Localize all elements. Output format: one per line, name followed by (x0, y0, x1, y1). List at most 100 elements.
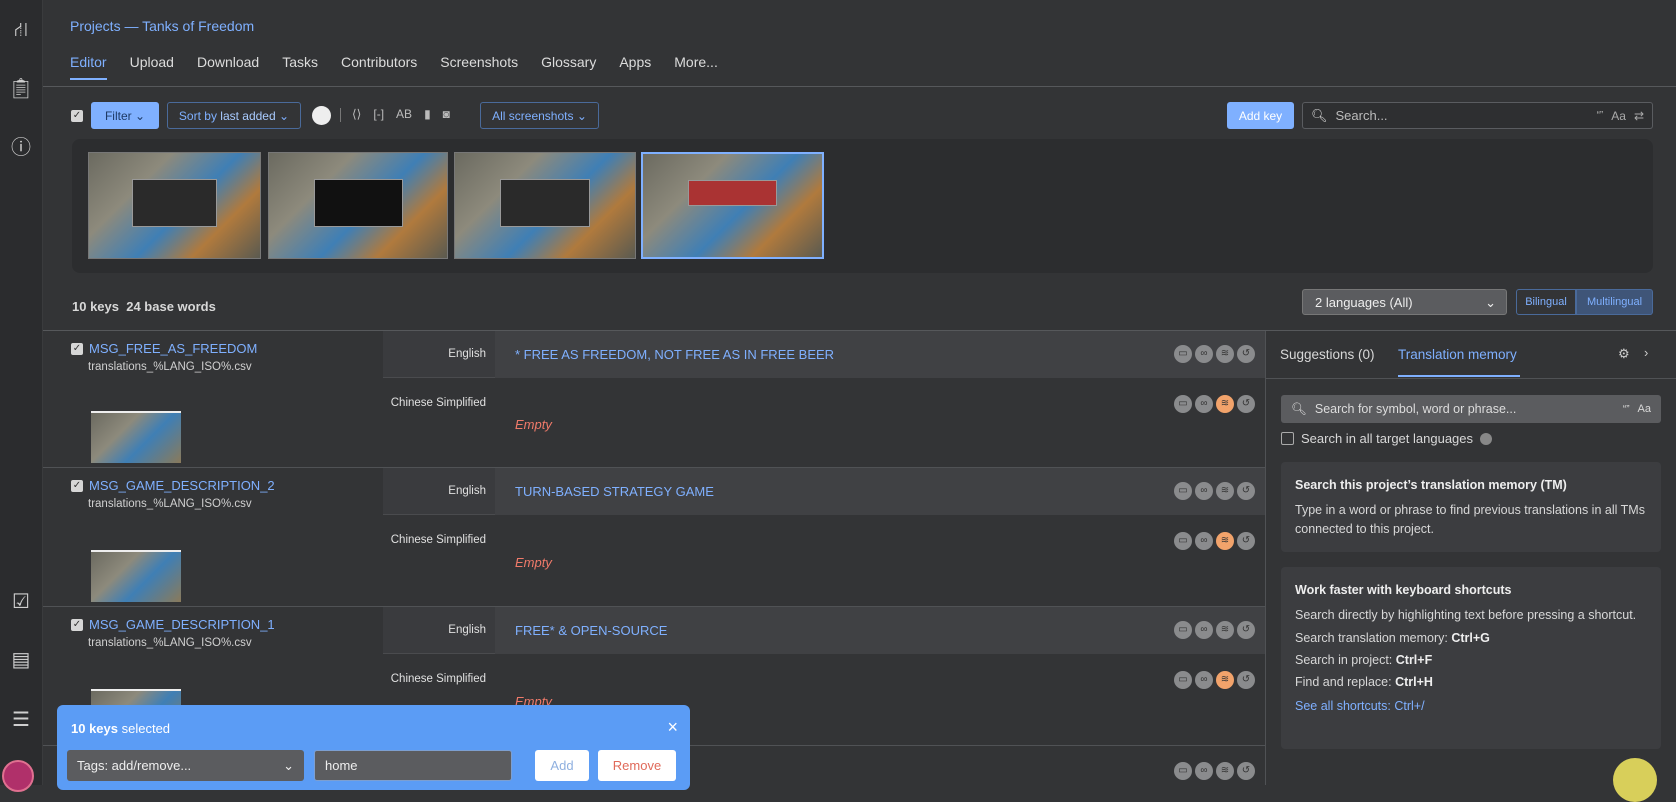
history-icon[interactable]: ↺ (1237, 395, 1255, 413)
tm-icon[interactable]: ≋ (1216, 532, 1234, 550)
source-text[interactable]: FREE* & OPEN-SOURCE (515, 623, 667, 638)
tm-search-input[interactable]: 🔍︎ Search for symbol, word or phrase... … (1281, 395, 1661, 423)
key-name[interactable]: MSG_GAME_DESCRIPTION_2 (89, 478, 275, 493)
source-text[interactable]: TURN-BASED STRATEGY GAME (515, 484, 714, 499)
languages-select[interactable]: 2 languages (All) ⌄ (1302, 289, 1507, 315)
history-icon[interactable]: ↺ (1237, 762, 1255, 780)
see-all-shortcuts-link[interactable]: See all shortcuts: Ctrl+/ (1295, 697, 1647, 716)
review-icon[interactable]: ∞ (1195, 532, 1213, 550)
screenshots-dropdown[interactable]: All screenshots ⌄ (480, 102, 599, 129)
tm-icon[interactable]: ≋ (1216, 621, 1234, 639)
tasks-check-icon[interactable]: ☑ (4, 589, 38, 615)
code-icon[interactable]: ⟨⟩ (352, 107, 361, 121)
tags-action-select[interactable]: Tags: add/remove... ⌄ (67, 750, 304, 781)
tab-screenshots[interactable]: Screenshots (440, 54, 518, 80)
bookmark-icon[interactable]: ▮ (424, 107, 431, 121)
row-checkbox[interactable]: ✓ (71, 480, 83, 492)
key-screenshot[interactable] (91, 550, 181, 602)
tab-more[interactable]: More... (674, 54, 718, 80)
tab-download[interactable]: Download (197, 54, 259, 80)
remove-tag-button[interactable]: Remove (598, 750, 676, 781)
key-name[interactable]: MSG_GAME_DESCRIPTION_1 (89, 617, 275, 632)
history-icon[interactable]: ↺ (1237, 532, 1255, 550)
review-icon[interactable]: ∞ (1195, 482, 1213, 500)
review-icon[interactable]: ∞ (1195, 345, 1213, 363)
all-languages-label[interactable]: Search in all target languages (1301, 431, 1473, 446)
case-sensitive-toggle[interactable]: Aa (1611, 109, 1626, 123)
tab-editor[interactable]: Editor (70, 54, 107, 80)
bulk-action-bar: 10 keys selected × Tags: add/remove... ⌄ … (57, 705, 690, 790)
comment-icon[interactable]: ▭ (1174, 482, 1192, 500)
source-text[interactable]: * FREE AS FREEDOM, NOT FREE AS IN FREE B… (515, 347, 834, 362)
history-icon[interactable]: ↺ (1237, 482, 1255, 500)
sort-dropdown[interactable]: Sort by last added ⌄ (167, 102, 301, 129)
tm-icon[interactable]: ≋ (1216, 671, 1234, 689)
collapse-chevron-icon[interactable]: › (1644, 345, 1648, 360)
screenshot-thumbnail-selected[interactable] (641, 152, 824, 259)
review-icon[interactable]: ∞ (1195, 395, 1213, 413)
tab-tasks[interactable]: Tasks (282, 54, 318, 80)
history-icon[interactable]: ↺ (1237, 345, 1255, 363)
chat-bubble-button[interactable] (1613, 758, 1657, 802)
key-name[interactable]: MSG_FREE_AS_FREEDOM (89, 341, 257, 356)
help-icon[interactable]: ⓘ (4, 135, 38, 161)
screenshot-thumbnail[interactable] (454, 152, 636, 259)
case-sensitive-toggle[interactable]: Aa (1638, 403, 1651, 415)
camera-icon[interactable]: ◙ (443, 107, 450, 121)
bilingual-toggle[interactable]: Bilingual (1516, 289, 1576, 315)
tab-suggestions[interactable]: Suggestions (0) (1280, 347, 1375, 362)
avatar[interactable] (2, 760, 34, 792)
target-text[interactable]: Empty (515, 417, 552, 432)
list-icon[interactable]: ☰ (4, 707, 38, 733)
settings-gear-icon[interactable]: ⚙ (1618, 346, 1630, 362)
review-icon[interactable]: ∞ (1195, 671, 1213, 689)
tab-translation-memory[interactable]: Translation memory (1398, 347, 1520, 377)
add-tag-button[interactable]: Add (535, 750, 589, 781)
multilingual-toggle[interactable]: Multilingual (1576, 289, 1653, 315)
regex-toggle[interactable]: ⇄ (1634, 109, 1644, 123)
tm-info-card: Search this project’s translation memory… (1281, 462, 1661, 552)
target-text[interactable]: Empty (515, 555, 552, 570)
tab-contributors[interactable]: Contributors (341, 54, 417, 80)
placeholder-icon[interactable]: [-] (373, 107, 384, 121)
row-checkbox[interactable]: ✓ (71, 619, 83, 631)
close-icon[interactable]: × (667, 717, 678, 738)
comment-icon[interactable]: ▭ (1174, 671, 1192, 689)
add-key-button[interactable]: Add key (1227, 102, 1294, 129)
tm-icon[interactable]: ≋ (1216, 482, 1234, 500)
info-icon[interactable] (1480, 432, 1493, 445)
exact-match-toggle[interactable]: “” (1597, 110, 1604, 121)
history-icon[interactable]: ↺ (1237, 671, 1255, 689)
tab-upload[interactable]: Upload (130, 54, 174, 80)
review-icon[interactable]: ∞ (1195, 621, 1213, 639)
comment-icon[interactable]: ▭ (1174, 345, 1192, 363)
row-checkbox[interactable]: ✓ (71, 343, 83, 355)
clipboard-icon[interactable]: 📋︎ (4, 76, 38, 102)
history-icon[interactable]: ↺ (1237, 621, 1255, 639)
tab-glossary[interactable]: Glossary (541, 54, 596, 80)
all-languages-checkbox[interactable] (1281, 432, 1294, 445)
exact-match-toggle[interactable]: “” (1623, 404, 1630, 415)
tag-input[interactable]: home (314, 750, 512, 781)
filter-button[interactable]: Filter ⌄ (91, 102, 159, 129)
tab-apps[interactable]: Apps (619, 54, 651, 80)
breadcrumb[interactable]: Projects — Tanks of Freedom (70, 18, 254, 34)
select-all-checkbox[interactable]: ✓ (71, 110, 83, 122)
comment-icon[interactable]: ▭ (1174, 762, 1192, 780)
progress-pie-icon[interactable] (312, 106, 331, 125)
sitemap-icon[interactable]: ⛙ (4, 17, 38, 43)
screenshot-thumbnail[interactable] (88, 152, 261, 259)
spellcheck-icon[interactable]: AB (396, 107, 412, 121)
comment-icon[interactable]: ▭ (1174, 621, 1192, 639)
review-icon[interactable]: ∞ (1195, 762, 1213, 780)
key-file: translations_%LANG_ISO%.csv (88, 637, 252, 649)
tm-icon[interactable]: ≋ (1216, 395, 1234, 413)
tm-icon[interactable]: ≋ (1216, 762, 1234, 780)
comment-icon[interactable]: ▤ (4, 647, 38, 673)
search-input[interactable]: 🔍︎ Search... “” Aa ⇄ (1302, 102, 1653, 129)
comment-icon[interactable]: ▭ (1174, 395, 1192, 413)
comment-icon[interactable]: ▭ (1174, 532, 1192, 550)
screenshot-thumbnail[interactable] (268, 152, 448, 259)
key-screenshot[interactable] (91, 411, 181, 463)
tm-icon[interactable]: ≋ (1216, 345, 1234, 363)
